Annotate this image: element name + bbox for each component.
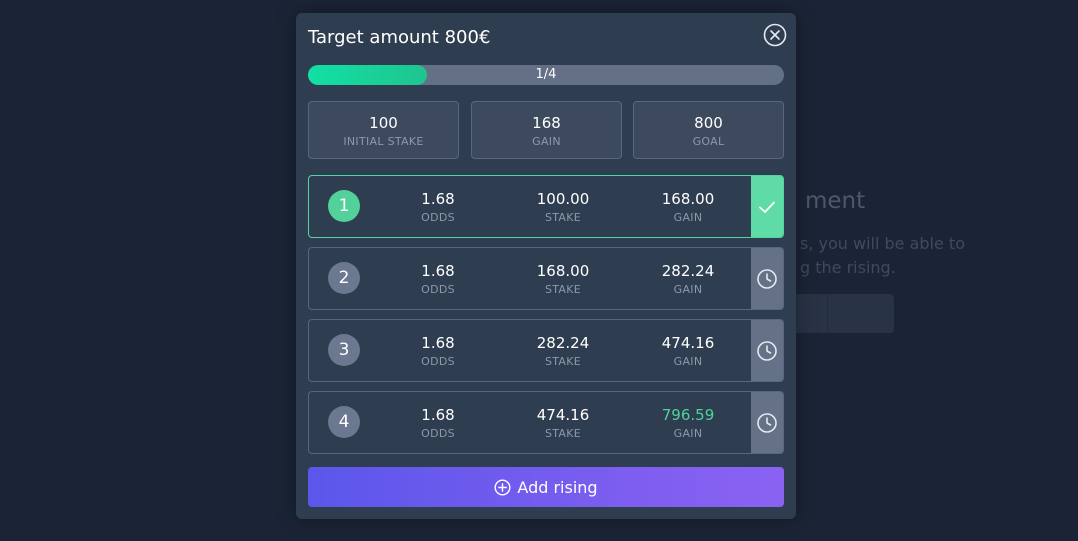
stake-value: 168.00 xyxy=(536,262,590,280)
clock-icon xyxy=(757,340,777,361)
clock-icon xyxy=(757,412,777,433)
stake-cell: 474.16 STAKE xyxy=(503,406,623,440)
check-icon xyxy=(759,201,775,213)
rising-row-4[interactable]: 4 1.68 ODDS 474.16 STAKE 796.59 GAIN xyxy=(308,391,784,454)
step-number-badge: 2 xyxy=(328,262,360,294)
summary-initial-stake: 100 INITIAL STAKE xyxy=(308,101,459,159)
summary-value: 100 xyxy=(369,114,398,132)
summary-value: 168 xyxy=(532,114,561,132)
odds-cell: 1.68 ODDS xyxy=(378,334,498,368)
gain-cell: 168.00 GAIN xyxy=(628,190,748,224)
step-number-badge: 3 xyxy=(328,334,360,366)
summary-label: GOAL xyxy=(692,135,725,148)
gain-label: GAIN xyxy=(673,211,703,224)
odds-value: 1.68 xyxy=(421,334,455,352)
add-rising-label: Add rising xyxy=(517,477,598,497)
status-pending[interactable] xyxy=(751,320,783,381)
odds-cell: 1.68 ODDS xyxy=(378,262,498,296)
status-pending[interactable] xyxy=(751,248,783,309)
stake-cell: 168.00 STAKE xyxy=(503,262,623,296)
gain-value: 796.59 xyxy=(661,406,715,424)
target-amount-modal: Target amount 800€ 1/4 100 INITIAL STAKE… xyxy=(296,13,796,519)
gain-label: GAIN xyxy=(673,355,703,368)
odds-label: ODDS xyxy=(421,355,455,368)
clock-icon xyxy=(757,268,777,289)
progress-label: 1/4 xyxy=(535,67,557,82)
background-text-line: s, you will be able to xyxy=(800,234,965,253)
background-heading: ment xyxy=(805,188,866,214)
stake-value: 282.24 xyxy=(536,334,590,352)
summary-label: GAIN xyxy=(532,135,561,148)
summary-value: 800 xyxy=(694,114,723,132)
stake-cell: 100.00 STAKE xyxy=(503,190,623,224)
summary-goal: 800 GOAL xyxy=(633,101,784,159)
summary-label: INITIAL STAKE xyxy=(343,135,424,148)
odds-cell: 1.68 ODDS xyxy=(378,190,498,224)
odds-cell: 1.68 ODDS xyxy=(378,406,498,440)
odds-value: 1.68 xyxy=(421,406,455,424)
gain-cell: 282.24 GAIN xyxy=(628,262,748,296)
background-text-line: g the rising. xyxy=(800,258,896,277)
rising-row-1[interactable]: 1 1.68 ODDS 100.00 STAKE 168.00 GAIN xyxy=(308,175,784,238)
stake-label: STAKE xyxy=(544,427,582,440)
step-number-badge: 4 xyxy=(328,406,360,438)
summary-gain: 168 GAIN xyxy=(471,101,622,159)
add-rising-button[interactable]: Add rising xyxy=(308,467,784,507)
close-icon xyxy=(763,23,787,47)
gain-label: GAIN xyxy=(673,427,703,440)
odds-value: 1.68 xyxy=(421,262,455,280)
stake-label: STAKE xyxy=(544,355,582,368)
gain-value: 168.00 xyxy=(661,190,715,208)
plus-circle-icon xyxy=(494,478,511,496)
rising-row-2[interactable]: 2 1.68 ODDS 168.00 STAKE 282.24 GAIN xyxy=(308,247,784,310)
gain-value: 282.24 xyxy=(661,262,715,280)
stake-value: 100.00 xyxy=(536,190,590,208)
stake-label: STAKE xyxy=(544,283,582,296)
gain-value: 474.16 xyxy=(661,334,715,352)
odds-label: ODDS xyxy=(421,427,455,440)
stake-cell: 282.24 STAKE xyxy=(503,334,623,368)
odds-label: ODDS xyxy=(421,211,455,224)
odds-label: ODDS xyxy=(421,283,455,296)
stake-value: 474.16 xyxy=(536,406,590,424)
gain-cell: 474.16 GAIN xyxy=(628,334,748,368)
status-done[interactable] xyxy=(751,176,783,237)
step-number-badge: 1 xyxy=(328,190,360,222)
status-pending[interactable] xyxy=(751,392,783,453)
close-button[interactable] xyxy=(763,23,787,47)
progress-bar: 1/4 xyxy=(308,65,784,85)
gain-label: GAIN xyxy=(673,283,703,296)
stake-label: STAKE xyxy=(544,211,582,224)
odds-value: 1.68 xyxy=(421,190,455,208)
modal-title: Target amount 800€ xyxy=(308,27,491,48)
rising-row-3[interactable]: 3 1.68 ODDS 282.24 STAKE 474.16 GAIN xyxy=(308,319,784,382)
gain-cell: 796.59 GAIN xyxy=(628,406,748,440)
